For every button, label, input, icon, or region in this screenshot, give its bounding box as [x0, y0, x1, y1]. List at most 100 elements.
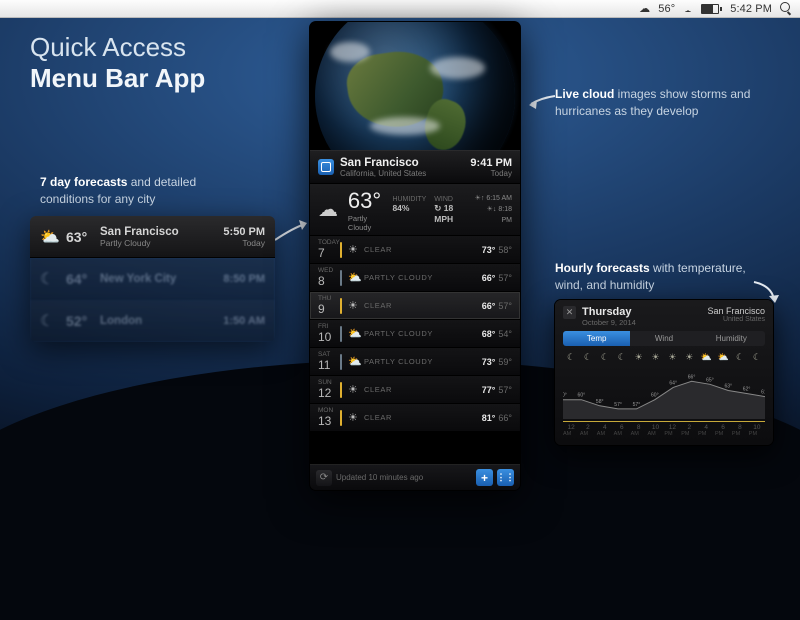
weather-icon: ⛅	[40, 227, 66, 247]
current-temp: 63°	[348, 188, 389, 214]
tab-humidity[interactable]: Humidity	[698, 331, 765, 346]
sunset: ☀↓ 8:18 PM	[474, 204, 512, 226]
current-conditions: ☁ 63° Partly Cloudy HUMIDITY 84% WIND ↻ …	[310, 184, 520, 236]
panel-footer: ⟳ Updated 10 minutes ago + ⋮⋮	[310, 464, 520, 490]
forecast-row[interactable]: MON13 ☀ CLEAR 81°66°	[310, 404, 520, 432]
tab-temp[interactable]: Temp	[563, 331, 630, 346]
hour-label: 4PM	[698, 424, 714, 437]
menubar-temp[interactable]: 56°	[658, 3, 675, 15]
hour-weather-icon: ☾	[597, 352, 613, 363]
location-bar[interactable]: San Francisco California, United States …	[310, 150, 520, 184]
svg-text:63°: 63°	[724, 383, 732, 389]
hour-weather-icon: ☾	[614, 352, 630, 363]
hour-weather-icon: ☾	[732, 352, 748, 363]
hour-weather-icon: ⛅	[715, 352, 731, 363]
forecast-row[interactable]: SUN12 ☀ CLEAR 77°57°	[310, 376, 520, 404]
hour-label: 10PM	[749, 424, 765, 437]
svg-text:61°: 61°	[761, 390, 765, 396]
weather-icon: ☀	[348, 243, 364, 256]
refresh-button[interactable]: ⟳	[316, 470, 332, 486]
hourly-icon-row: ☾☾☾☾☀☀☀☀⛅⛅☾☾	[563, 352, 765, 363]
weather-icon: ⛅	[348, 271, 364, 284]
arrow-to-clouds	[527, 92, 557, 112]
tab-wind[interactable]: Wind	[630, 331, 697, 346]
callout-clouds: Live cloud images show storms and hurric…	[555, 86, 765, 120]
forecast-row[interactable]: THU9 ☀ CLEAR 66°57°	[310, 292, 520, 320]
city-list-preview: ⛅ 63° San FranciscoPartly Cloudy 5:50 PM…	[30, 216, 275, 342]
svg-text:62°: 62°	[743, 387, 751, 393]
svg-text:60°: 60°	[578, 393, 586, 399]
hourly-region: United States	[707, 316, 765, 323]
hour-weather-icon: ☀	[664, 352, 680, 363]
spotlight-icon[interactable]	[780, 2, 794, 15]
callout-forecasts: 7 day forecasts and detailed conditions …	[40, 174, 250, 208]
city-preview-row[interactable]: ☾ 52° London 1:50 AM	[30, 300, 275, 342]
hourly-temp-chart: 60° 60° 58° 57° 57° 60° 64° 66° 65° 63° 62° 61°	[563, 365, 765, 419]
weather-panel: San Francisco California, United States …	[310, 22, 520, 490]
svg-text:60°: 60°	[651, 393, 659, 399]
hourly-date: October 9, 2014	[582, 318, 636, 327]
location-time: 9:41 PM	[470, 157, 512, 169]
close-button[interactable]: ✕	[563, 306, 576, 319]
svg-text:66°: 66°	[688, 374, 696, 380]
svg-text:57°: 57°	[614, 402, 622, 408]
location-day: Today	[470, 169, 512, 178]
hour-label: 12AM	[563, 424, 579, 437]
callout-hourly: Hourly forecasts with temperature, wind,…	[555, 260, 765, 294]
svg-text:64°: 64°	[669, 380, 677, 386]
menubar-time[interactable]: 5:42 PM	[730, 3, 772, 15]
hour-label: 4AM	[597, 424, 613, 437]
city-preview-row[interactable]: ⛅ 63° San FranciscoPartly Cloudy 5:50 PM…	[30, 216, 275, 258]
hourly-axis: 12AM2AM4AM6AM8AM10AM12PM2PM4PM6PM8PM10PM	[563, 421, 765, 437]
hour-weather-icon: ☀	[647, 352, 663, 363]
wifi-icon[interactable]	[683, 3, 693, 15]
location-city: San Francisco	[340, 157, 470, 169]
hour-label: 12PM	[664, 424, 680, 437]
weather-icon: ☾	[40, 269, 66, 289]
hourly-city: San Francisco	[707, 306, 765, 316]
headline-line2: Menu Bar App	[30, 63, 205, 94]
globe-view[interactable]	[310, 22, 520, 150]
add-city-button[interactable]: +	[476, 469, 493, 486]
hourly-tabs: TempWindHumidity	[563, 331, 765, 346]
current-weather-icon: ☁	[318, 197, 348, 222]
headline-line1: Quick Access	[30, 32, 205, 63]
hour-label: 2AM	[580, 424, 596, 437]
svg-text:58°: 58°	[596, 399, 604, 405]
hour-label: 8AM	[631, 424, 647, 437]
current-cond: Partly Cloudy	[348, 214, 393, 232]
battery-icon[interactable]	[701, 4, 722, 14]
hour-weather-icon: ☾	[563, 352, 579, 363]
settings-button[interactable]: ⋮⋮	[497, 469, 514, 486]
hourly-title: Thursday	[582, 306, 636, 318]
forecast-row[interactable]: FRI10 ⛅ PARTLY CLOUDY 68°54°	[310, 320, 520, 348]
location-region: California, United States	[340, 169, 470, 178]
arrow-to-panel	[273, 218, 313, 248]
svg-text:65°: 65°	[706, 377, 714, 383]
updated-label: Updated 10 minutes ago	[336, 473, 472, 482]
forecast-row[interactable]: WED8 ⛅ PARTLY CLOUDY 66°57°	[310, 264, 520, 292]
headline: Quick Access Menu Bar App	[30, 32, 205, 94]
weather-icon: ⛅	[348, 327, 364, 340]
svg-text:60°: 60°	[563, 393, 567, 399]
hourly-popover: ✕ Thursday October 9, 2014 San Francisco…	[555, 300, 773, 445]
weather-icon: ☀	[348, 299, 364, 312]
hour-label: 6AM	[614, 424, 630, 437]
cloud-icon: ☁	[639, 2, 650, 15]
forecast-list: TODAY7 ☀ CLEAR 73°58°WED8 ⛅ PARTLY CLOUD…	[310, 236, 520, 432]
svg-text:57°: 57°	[633, 402, 641, 408]
weather-icon: ☀	[348, 411, 364, 424]
forecast-row[interactable]: TODAY7 ☀ CLEAR 73°58°	[310, 236, 520, 264]
hour-weather-icon: ⛅	[698, 352, 714, 363]
forecast-row[interactable]: SAT11 ⛅ PARTLY CLOUDY 73°59°	[310, 348, 520, 376]
hour-label: 2PM	[681, 424, 697, 437]
city-preview-row[interactable]: ☾ 64° New York City 8:50 PM	[30, 258, 275, 300]
current-wind: ↻ 18 MPH	[434, 203, 474, 224]
weather-icon: ⛅	[348, 355, 364, 368]
hour-label: 6PM	[715, 424, 731, 437]
current-humidity: 84%	[392, 203, 426, 213]
mac-menu-bar: ☁ 56° 5:42 PM	[0, 0, 800, 18]
hour-weather-icon: ☾	[749, 352, 765, 363]
location-icon	[318, 159, 334, 175]
hour-label: 8PM	[732, 424, 748, 437]
